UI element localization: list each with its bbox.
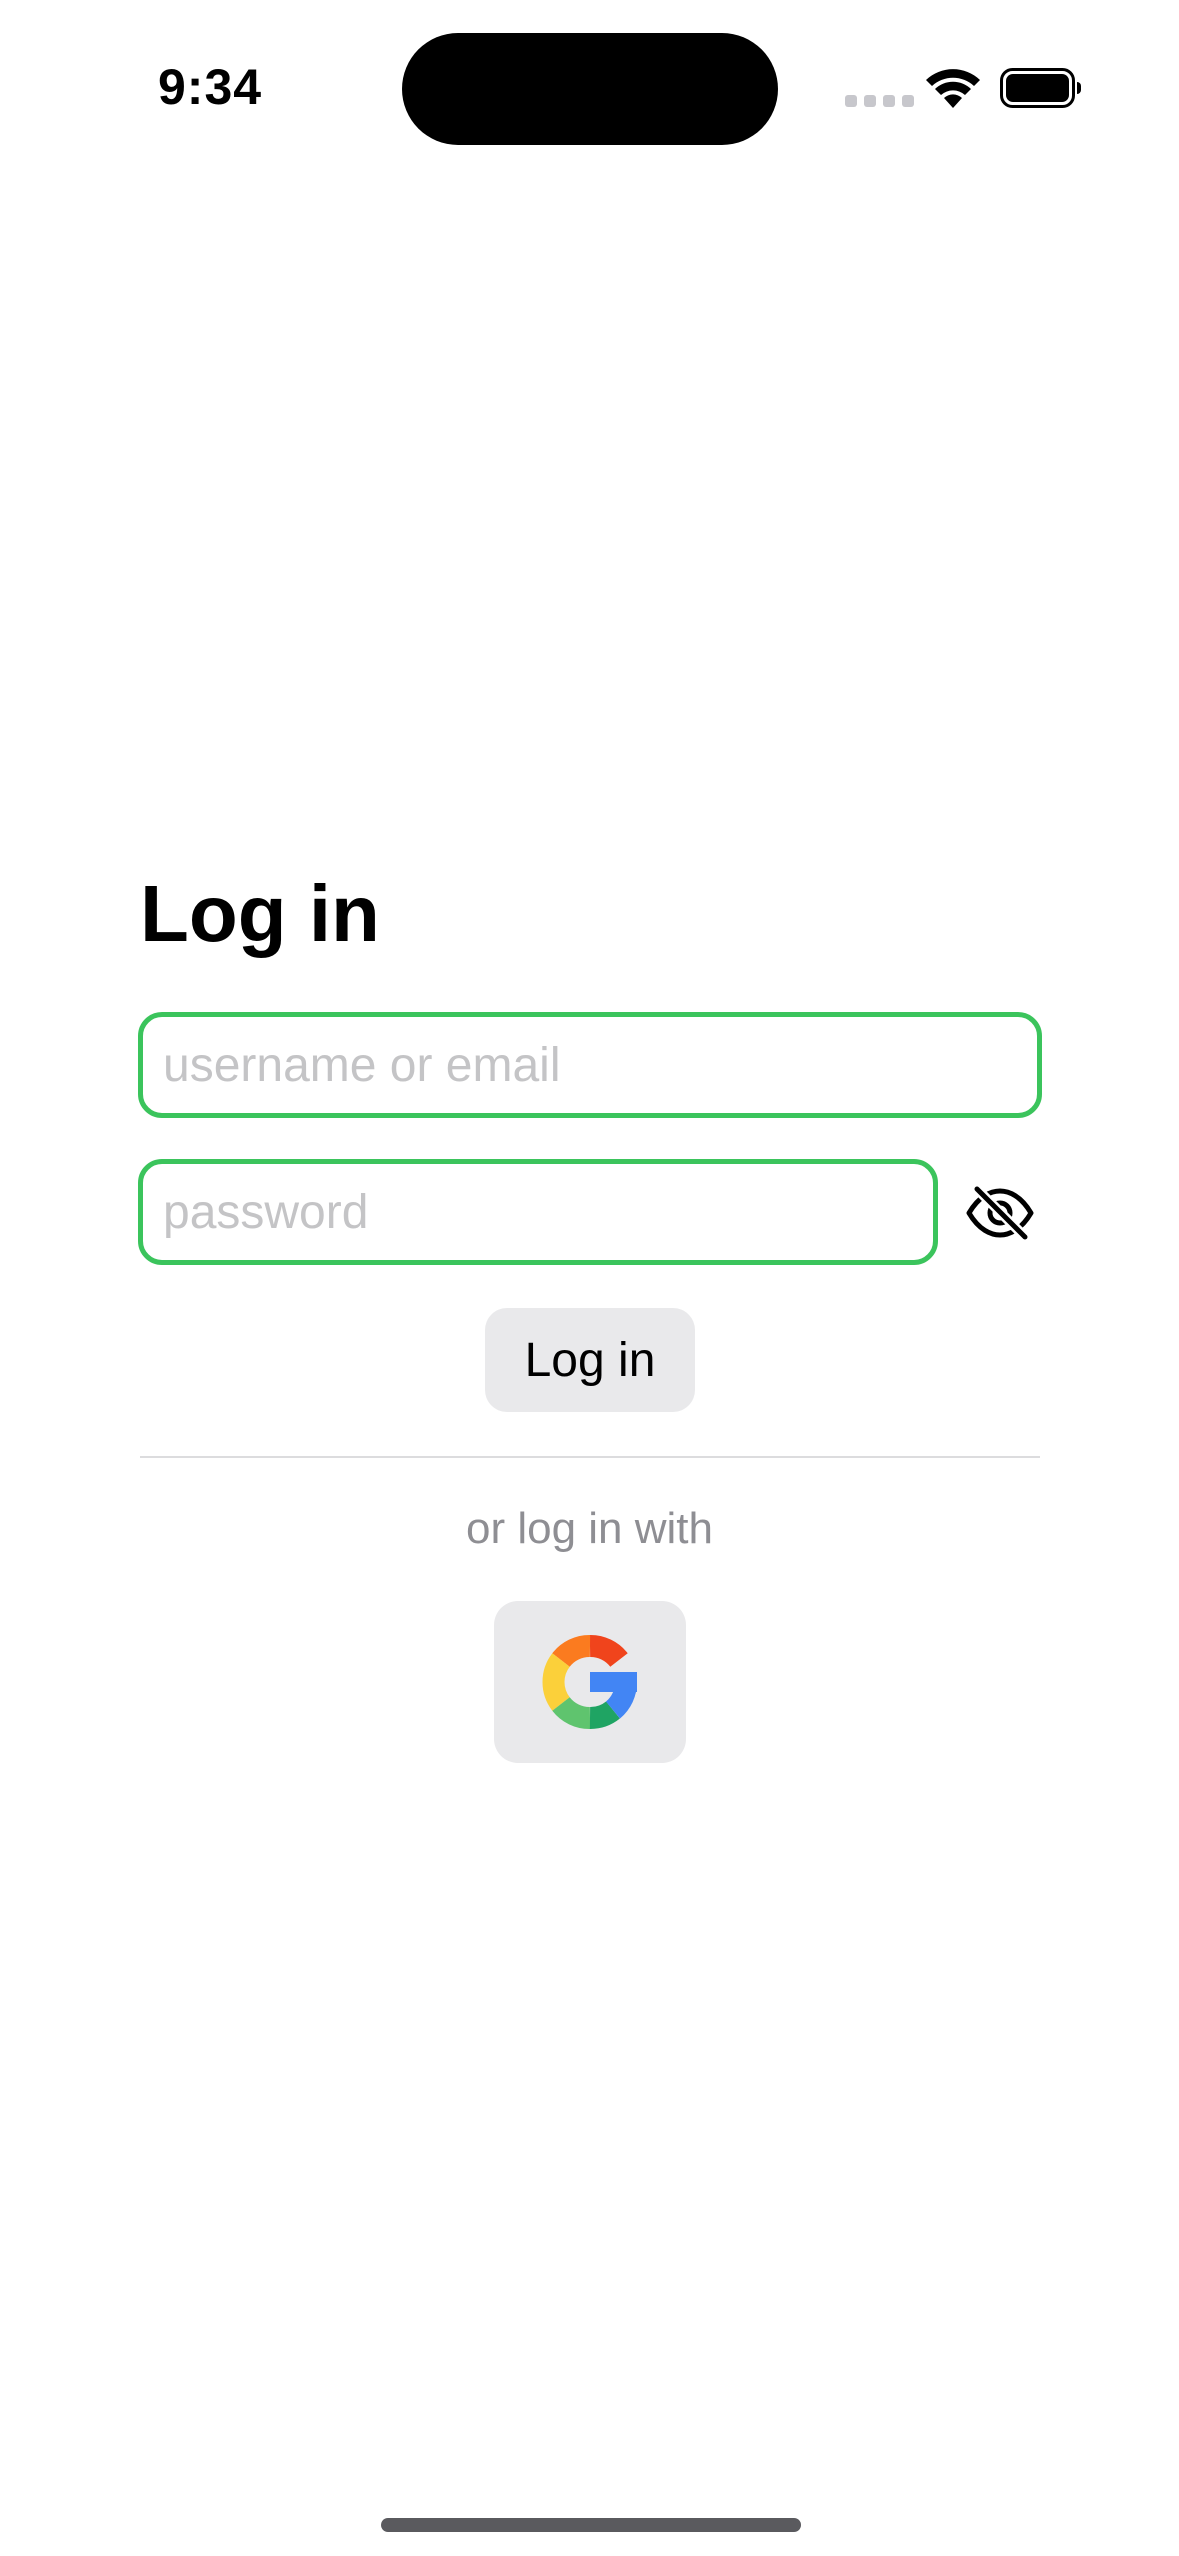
username-field[interactable] [138,1012,1042,1118]
battery-icon [1000,68,1081,108]
password-field[interactable] [138,1159,938,1265]
wifi-icon [926,69,980,108]
dynamic-island [402,33,778,145]
login-button[interactable]: Log in [485,1308,695,1412]
google-login-button[interactable] [494,1601,686,1763]
cellular-signal-icon [845,95,914,107]
alternate-login-label: or log in with [465,1504,713,1553]
login-screen: 9:34 Log in Log in or log in [0,0,1179,2556]
divider [140,1456,1040,1458]
eye-slash-icon [966,1186,1034,1240]
google-icon [542,1635,637,1729]
home-indicator [381,2518,801,2532]
password-visibility-toggle[interactable] [965,1180,1035,1246]
status-time: 9:34 [158,59,263,115]
page-title: Log in [140,869,380,958]
